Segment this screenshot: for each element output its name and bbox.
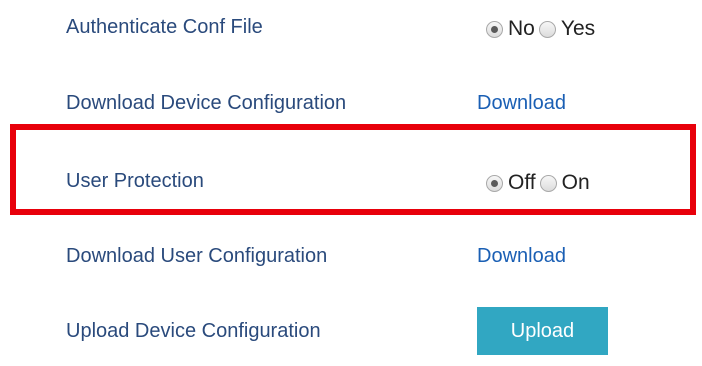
upload-button[interactable]: Upload	[477, 307, 608, 355]
settings-panel: Authenticate Conf File No Yes Download D…	[0, 0, 702, 366]
user-protection-on-radio[interactable]	[539, 174, 557, 192]
authenticate-conf-file-label: Authenticate Conf File	[66, 16, 263, 38]
authenticate-no-radio[interactable]	[486, 20, 503, 38]
authenticate-yes-label[interactable]: Yes	[561, 18, 595, 40]
upload-device-config-label: Upload Device Configuration	[66, 320, 321, 342]
user-protection-on-label[interactable]: On	[562, 172, 590, 194]
download-user-config-link[interactable]: Download	[477, 245, 566, 267]
download-device-config-label: Download Device Configuration	[66, 92, 347, 114]
user-protection-radio-group: Off On	[486, 172, 590, 194]
authenticate-no-label[interactable]: No	[508, 18, 535, 40]
user-protection-off-label[interactable]: Off	[508, 172, 536, 194]
authenticate-yes-radio[interactable]	[538, 20, 556, 38]
authenticate-radio-group: No Yes	[486, 18, 595, 40]
download-user-config-label: Download User Configuration	[66, 245, 328, 267]
user-protection-label: User Protection	[66, 170, 204, 192]
user-protection-off-radio[interactable]	[486, 174, 503, 192]
download-device-config-link[interactable]: Download	[477, 92, 566, 114]
